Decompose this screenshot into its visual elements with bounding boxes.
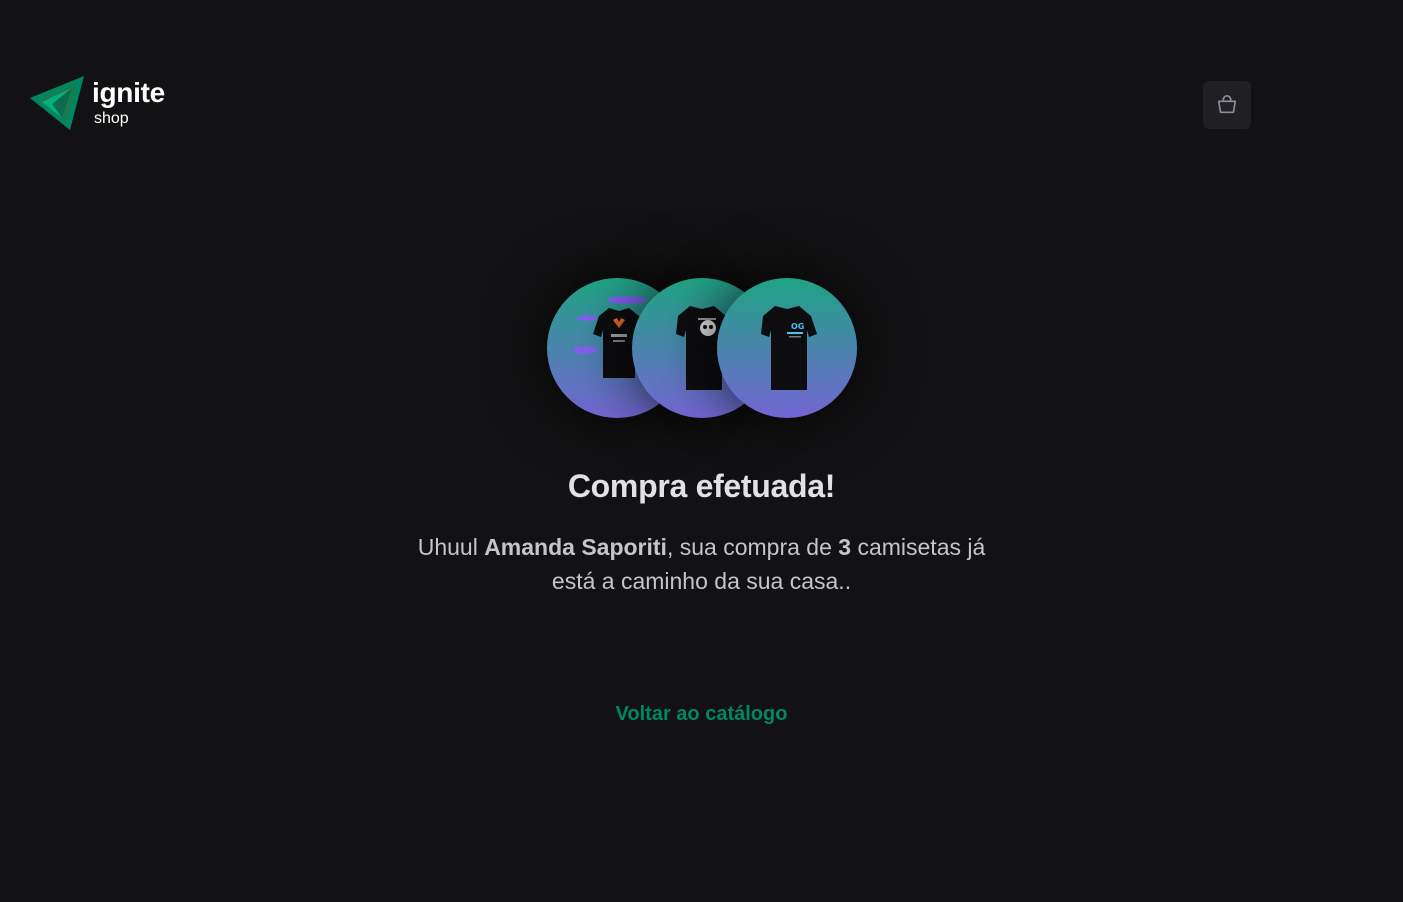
ignite-logo-icon	[30, 76, 84, 130]
success-message: Uhuul Amanda Saporiti, sua compra de 3 c…	[417, 534, 986, 595]
svg-text:OG: OG	[791, 322, 804, 331]
back-to-catalog-link[interactable]: Voltar ao catálogo	[616, 703, 788, 726]
success-page: ignite shop OG Compra efetuada! Uhuul Am…	[0, 0, 1403, 902]
shopping-bag-icon	[1217, 95, 1237, 114]
customer-name: Amanda Saporiti	[484, 534, 667, 561]
logo-link[interactable]: ignite shop	[30, 76, 165, 130]
logo-title: ignite	[92, 77, 165, 108]
page-title: Compra efetuada!	[567, 468, 836, 504]
header: ignite shop	[30, 76, 1251, 130]
item-quantity: 3	[838, 534, 852, 561]
product-image: OG	[716, 278, 857, 418]
cart-button[interactable]	[1203, 81, 1251, 129]
purchased-products: OG	[546, 278, 857, 418]
success-content: OG Compra efetuada! Uhuul Amanda Saporit…	[0, 278, 1403, 726]
tshirt-icon: OG	[760, 306, 817, 390]
logo-subtitle: shop	[94, 110, 129, 127]
